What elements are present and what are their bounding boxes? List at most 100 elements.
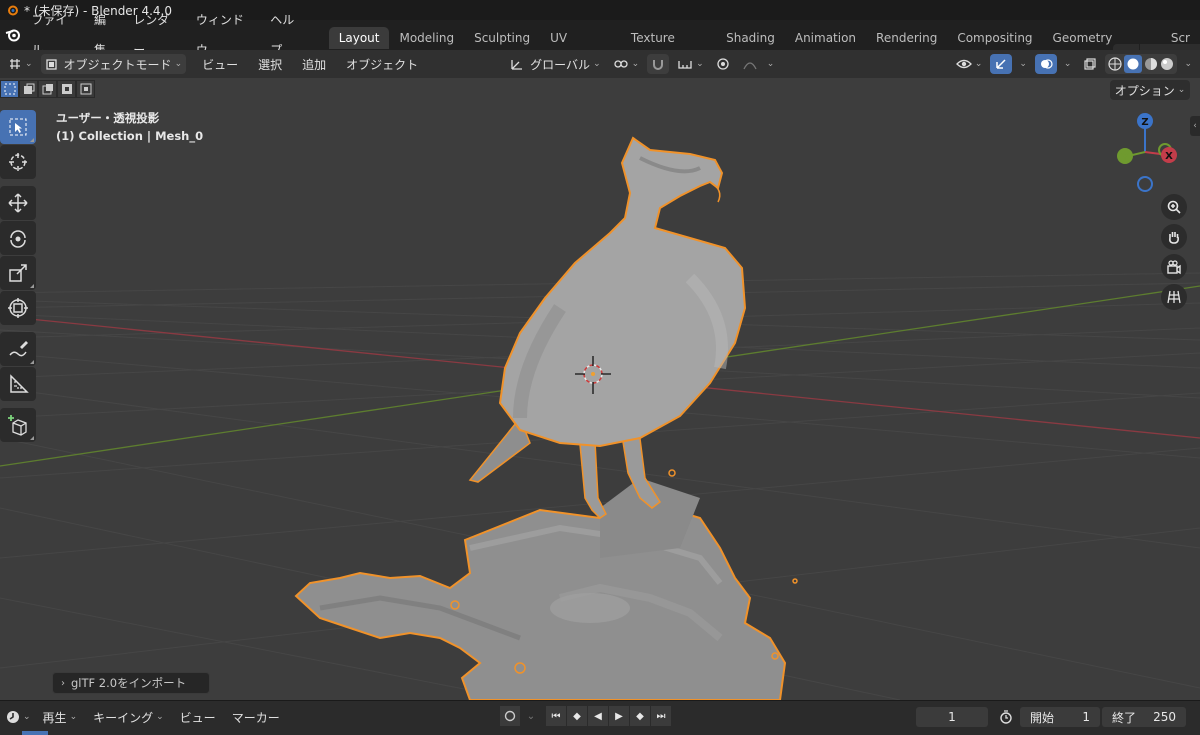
current-frame-field[interactable]: 1 [916,707,988,727]
add-cube-icon [8,415,27,436]
chevron-right-icon: › [61,677,65,689]
orientation-dropdown[interactable]: グローバル ⌄ [506,54,604,74]
start-frame-field[interactable]: 開始 1 [1020,707,1100,727]
jump-end-icon[interactable]: ⏭ [651,706,671,726]
zoom-button[interactable] [1161,194,1187,220]
tab-uv-editing[interactable]: UV Editing [540,27,621,67]
move-icon [8,193,28,213]
mesh-bird-object[interactable] [468,136,747,519]
jump-start-icon[interactable]: ⏮ [546,706,566,726]
falloff-dropdown[interactable]: ⌄ [738,54,779,74]
overlay-icon [1040,59,1053,69]
tool-transform[interactable] [0,291,36,325]
mesh-base-object[interactable] [294,478,787,700]
preview-range-toggle[interactable] [994,707,1018,727]
options-dropdown[interactable]: オプション ⌄ [1110,80,1190,100]
tool-annotate[interactable] [0,332,36,366]
select-new-icon[interactable] [0,80,19,98]
snap-toggle[interactable] [647,54,670,74]
neg-z-axis-handle[interactable] [1137,176,1153,192]
menu-view[interactable]: ビュー [198,54,242,74]
gizmo-toggle[interactable] [990,54,1013,74]
keying-label: キーイング [93,710,154,725]
wireframe-shading-icon[interactable] [1107,56,1123,72]
tab-layout[interactable]: Layout [328,27,390,49]
end-frame-field[interactable]: 終了 250 [1102,707,1186,727]
overlay-dropdown[interactable]: ⌄ [1057,54,1076,74]
editor-type-button[interactable]: ⌄ [4,54,37,74]
overlay-toggle[interactable] [1034,54,1057,74]
options-label: オプション [1114,83,1175,98]
select-extend-icon[interactable] [19,80,38,98]
tool-measure[interactable] [0,367,36,401]
proportional-edit-toggle[interactable] [712,54,734,74]
pan-button[interactable] [1161,224,1187,250]
auto-keying-toggle[interactable] [500,706,520,726]
blender-menu-icon[interactable] [2,24,23,46]
tool-cursor[interactable] [0,145,36,179]
shading-dropdown[interactable]: ⌄ [1177,54,1196,74]
playback-menu[interactable]: 再生 ⌄ [35,709,86,726]
shading-modes[interactable] [1105,54,1178,74]
marker-menu[interactable]: マーカー [224,709,288,726]
selection-mode-buttons [0,80,95,100]
proportional-icon [717,58,729,70]
gizmo-dropdown[interactable]: ⌄ [1012,54,1031,74]
3d-viewport[interactable]: オプション ⌄ ユーザー・透視投影 (1) Collection | Mesh_0 [0,78,1200,700]
timeline-editor-type[interactable]: ⌄ [0,710,35,724]
object-mode-icon [45,58,57,70]
pivot-dropdown[interactable]: ⌄ [609,54,644,74]
select-intersect-icon[interactable] [76,80,95,98]
viewport-canvas[interactable] [0,78,1200,700]
tab-sculpting[interactable]: Sculpting [464,27,540,49]
keying-menu[interactable]: キーイング ⌄ [85,709,172,726]
play-icon[interactable]: ▶ [609,706,629,726]
rendered-shading-icon[interactable] [1159,56,1175,72]
snap-grid-icon [678,61,692,69]
mode-dropdown[interactable]: オブジェクトモード ⌄ [40,54,187,74]
playback-controls: ⏮ ◆ ◀ ▶ ◆ ⏭ [546,706,672,728]
next-keyframe-icon[interactable]: ◆ [630,706,650,726]
visibility-dropdown[interactable]: ⌄ [952,54,987,74]
grid-icon [1167,290,1181,304]
clock-icon [7,711,19,723]
tab-compositing[interactable]: Compositing [947,27,1042,49]
timeline-scrub-indicator [22,731,48,735]
timeline-view-menu[interactable]: ビュー [172,709,224,726]
select-difference-icon[interactable] [57,80,76,98]
tab-rendering[interactable]: Rendering [866,27,947,49]
end-frame-label: 終了 [1112,710,1137,725]
tool-move[interactable] [0,186,36,220]
select-box-icon [9,118,27,136]
last-operator-panel[interactable]: › glTF 2.0をインポート [52,672,210,694]
play-reverse-icon[interactable]: ◀ [588,706,608,726]
timeline-header: ⌄ 再生 ⌄ キーイング ⌄ ビュー マーカー ⌄ ⏮ ◆ ◀ ▶ ◆ ⏭ 1 開始… [0,700,1200,735]
select-subtract-icon[interactable] [38,80,57,98]
ortho-toggle-button[interactable] [1161,284,1187,310]
material-shading-icon[interactable] [1143,56,1159,72]
orientation-icon [511,60,523,70]
gizmo-x-label: X [1165,151,1173,162]
stopwatch-icon [1000,710,1012,724]
tab-modeling[interactable]: Modeling [389,27,464,49]
tool-rotate[interactable] [0,221,36,255]
keying-set-dropdown[interactable]: ⌄ [521,706,541,726]
xray-toggle[interactable] [1079,54,1101,74]
tool-select-box[interactable] [0,110,36,144]
snap-target-dropdown[interactable]: ⌄ [673,54,708,74]
magnet-icon [653,60,664,70]
menu-add[interactable]: 追加 [298,54,330,74]
tab-shading[interactable]: Shading [716,27,785,49]
falloff-icon [743,62,757,70]
menu-object[interactable]: オブジェクト [342,54,422,74]
menu-select[interactable]: 選択 [254,54,286,74]
navigation-gizmo[interactable]: Z Y X [1108,108,1192,198]
tab-animation[interactable]: Animation [785,27,866,49]
tab-texture-paint[interactable]: Texture Paint [621,27,716,67]
solid-shading-icon[interactable] [1124,55,1143,73]
prev-keyframe-icon[interactable]: ◆ [567,706,587,726]
viewport-header: ⌄ オブジェクトモード ⌄ ビュー 選択 追加 オブジェクト グローバル ⌄ ⌄… [0,50,1200,78]
tool-add-cube[interactable] [0,408,36,442]
tool-scale[interactable] [0,256,36,290]
camera-view-button[interactable] [1161,254,1187,280]
